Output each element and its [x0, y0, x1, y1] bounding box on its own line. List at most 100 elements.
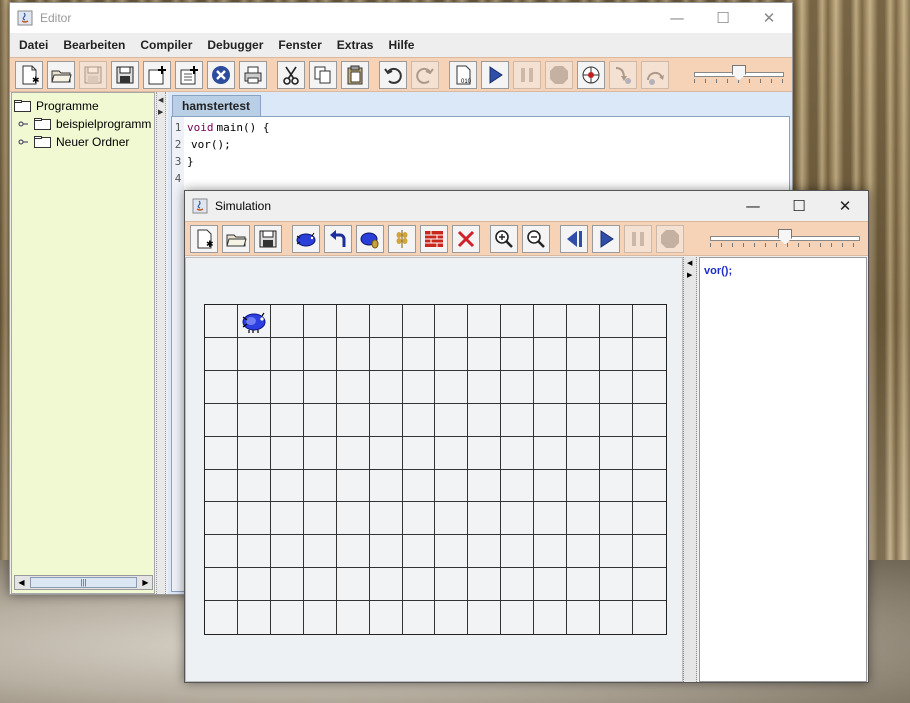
territory-cell[interactable]	[468, 436, 502, 470]
territory-cell[interactable]	[600, 370, 634, 404]
territory-cell[interactable]	[600, 469, 634, 503]
territory-cell[interactable]	[403, 601, 436, 634]
territory-cell[interactable]	[633, 502, 666, 536]
territory-cell[interactable]	[567, 601, 601, 634]
territory-cell[interactable]	[534, 337, 568, 371]
territory-cell[interactable]	[336, 502, 370, 536]
pause-button[interactable]	[624, 224, 652, 253]
menu-debugger[interactable]: Debugger	[204, 38, 266, 52]
new-file-button[interactable]: ✱	[15, 60, 43, 89]
close-button[interactable]: ✕	[746, 3, 792, 33]
territory-cell[interactable]	[402, 469, 436, 503]
territory-cell[interactable]	[534, 535, 568, 569]
territory-cell[interactable]	[468, 535, 502, 569]
territory-cell[interactable]	[402, 337, 436, 371]
place-wall-button[interactable]	[420, 224, 448, 253]
territory-cell[interactable]	[534, 568, 568, 602]
place-grain-button[interactable]	[388, 224, 416, 253]
territory-cell[interactable]	[468, 337, 502, 371]
territory-cell[interactable]	[633, 338, 666, 371]
territory-cell[interactable]	[336, 535, 370, 569]
new-class-button[interactable]	[143, 60, 171, 89]
new-program-button[interactable]	[175, 60, 203, 89]
stop-button[interactable]	[656, 224, 684, 253]
territory-cell[interactable]	[205, 436, 238, 470]
territory-cell[interactable]	[501, 370, 535, 404]
territory-cell[interactable]	[600, 337, 634, 371]
step-back-button[interactable]	[560, 224, 588, 253]
expand-handle-icon[interactable]	[18, 120, 28, 128]
save-territory-button[interactable]	[254, 224, 282, 253]
territory-cell[interactable]	[633, 305, 666, 338]
expand-right-icon[interactable]: ▶	[158, 108, 163, 116]
territory-cell[interactable]	[237, 337, 271, 371]
territory-cell[interactable]	[633, 535, 666, 569]
scroll-thumb[interactable]: |||	[30, 577, 137, 588]
maximize-button[interactable]: ☐	[700, 3, 746, 33]
territory-cell[interactable]	[435, 436, 469, 470]
debug-button[interactable]	[577, 60, 605, 89]
territory-cell[interactable]	[336, 370, 370, 404]
territory-cell[interactable]	[237, 535, 271, 569]
territory-cell[interactable]	[468, 469, 502, 503]
territory-cell[interactable]	[369, 337, 403, 371]
territory-cell[interactable]	[336, 337, 370, 371]
territory-cell[interactable]	[369, 305, 403, 338]
territory-cell[interactable]	[600, 535, 634, 569]
territory-cell[interactable]	[435, 568, 469, 602]
menu-extras[interactable]: Extras	[334, 38, 377, 52]
territory-cell[interactable]	[303, 469, 337, 503]
territory-cell[interactable]	[270, 535, 304, 569]
territory-cell[interactable]	[567, 535, 601, 569]
turn-left-button[interactable]	[324, 224, 352, 253]
territory-cell[interactable]	[534, 305, 568, 338]
territory-cell[interactable]	[468, 568, 502, 602]
paste-button[interactable]	[341, 60, 369, 89]
territory-cell[interactable]	[336, 403, 370, 437]
territory-cell[interactable]	[402, 436, 436, 470]
territory-cell[interactable]	[468, 403, 502, 437]
delete-button[interactable]	[452, 224, 480, 253]
open-territory-button[interactable]	[222, 224, 250, 253]
territory-cell[interactable]	[534, 502, 568, 536]
territory-cell[interactable]	[270, 502, 304, 536]
territory-cell[interactable]	[270, 568, 304, 602]
territory-cell[interactable]	[600, 568, 634, 602]
territory-cell[interactable]	[337, 601, 370, 634]
territory-cell[interactable]	[303, 370, 337, 404]
territory-cell[interactable]	[369, 370, 403, 404]
territory-grid[interactable]	[204, 304, 667, 635]
territory-cell[interactable]	[501, 305, 535, 338]
open-button[interactable]	[47, 60, 75, 89]
territory-cell[interactable]	[567, 502, 601, 536]
menu-compiler[interactable]: Compiler	[137, 38, 195, 52]
step-into-button[interactable]	[609, 60, 637, 89]
tree-horizontal-scrollbar[interactable]: ◀ ||| ▶	[14, 575, 153, 590]
territory-cell[interactable]	[600, 601, 634, 634]
territory-cell[interactable]	[205, 403, 238, 437]
territory-cell[interactable]	[534, 370, 568, 404]
territory-cell[interactable]	[369, 502, 403, 536]
territory-cell[interactable]	[303, 568, 337, 602]
territory-cell[interactable]	[205, 305, 238, 338]
territory-cell[interactable]	[270, 469, 304, 503]
territory-cell[interactable]	[270, 337, 304, 371]
pause-button[interactable]	[513, 60, 541, 89]
territory-cell[interactable]	[402, 403, 436, 437]
territory-cell[interactable]	[435, 601, 469, 634]
territory-cell[interactable]	[600, 502, 634, 536]
save-as-button[interactable]	[111, 60, 139, 89]
grain-in-mouth-button[interactable]	[356, 224, 384, 253]
menu-hilfe[interactable]: Hilfe	[385, 38, 417, 52]
simulation-titlebar[interactable]: Simulation — ☐ ✕	[185, 191, 868, 221]
territory-cell[interactable]	[501, 568, 535, 602]
territory-cell[interactable]	[270, 403, 304, 437]
territory-cell[interactable]	[270, 370, 304, 404]
new-territory-button[interactable]: ✱	[190, 224, 218, 253]
territory-cell[interactable]	[435, 502, 469, 536]
territory-cell[interactable]	[237, 305, 271, 338]
territory-cell[interactable]	[435, 305, 469, 338]
territory-cell[interactable]	[435, 535, 469, 569]
territory-cell[interactable]	[435, 370, 469, 404]
territory-cell[interactable]	[336, 469, 370, 503]
